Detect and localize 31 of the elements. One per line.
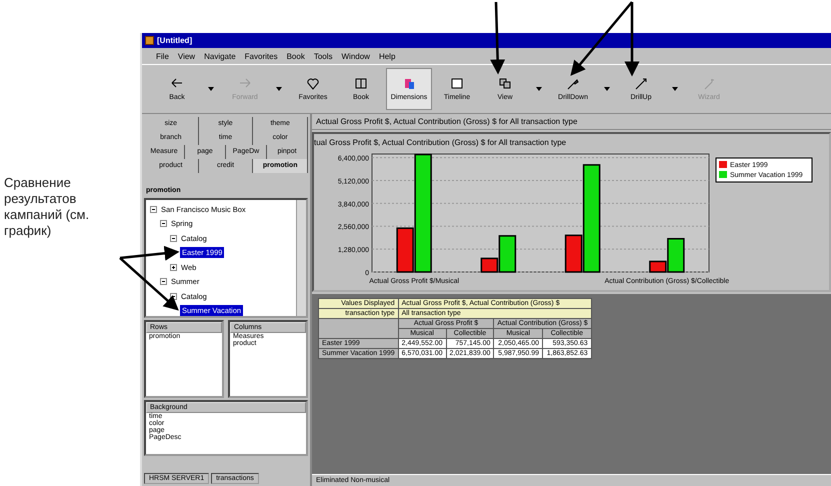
menu-item[interactable]: View (178, 52, 196, 60)
scrollbar[interactable] (296, 200, 306, 316)
chart-title: tual Gross Profit $, Actual Contribution (Gross) $ for All transaction type (314, 138, 566, 147)
menu-item[interactable]: Navigate (204, 52, 236, 60)
app-icon (145, 36, 154, 45)
annotation-text: Сравнение результатов кампаний (см. график) (4, 175, 90, 239)
timeline-icon (450, 77, 464, 91)
caret-icon[interactable] (536, 87, 542, 91)
caret-icon[interactable] (208, 87, 214, 91)
favorites-icon (306, 77, 320, 91)
collapse-icon[interactable] (160, 220, 167, 228)
menu-item[interactable]: File (156, 52, 169, 60)
report-header: Actual Gross Profit $, Actual Contribution (Gross) $ for All transaction type (312, 114, 831, 130)
menu-item[interactable]: Favorites (244, 52, 278, 60)
menu-item[interactable]: Help (378, 52, 396, 60)
wizard-icon (702, 77, 716, 91)
book-icon (354, 77, 368, 91)
dimensions-icon (402, 77, 416, 91)
drillup-icon (634, 77, 648, 91)
expand-icon[interactable] (170, 264, 177, 271)
window-title: [Untitled] (157, 36, 192, 45)
collapse-icon[interactable] (150, 206, 157, 213)
view-icon (498, 77, 512, 91)
collapse-icon[interactable] (170, 234, 177, 242)
menu-item[interactable]: Window (342, 52, 370, 60)
caret-icon[interactable] (604, 87, 610, 91)
collapse-icon[interactable] (160, 278, 167, 286)
menu-item[interactable]: Tools (314, 52, 332, 60)
drilldown-icon (566, 77, 580, 91)
menu-item[interactable]: Book (286, 52, 305, 60)
caret-icon[interactable] (672, 87, 678, 91)
